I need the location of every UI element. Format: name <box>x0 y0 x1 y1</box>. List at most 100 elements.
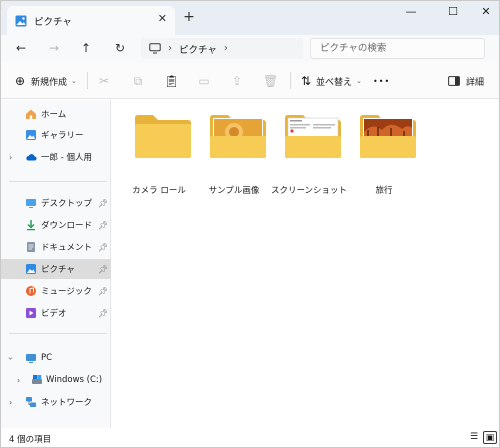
up-button[interactable]: ↑ <box>77 39 95 57</box>
chevron-right-icon[interactable]: › <box>9 398 12 407</box>
tiles-view-button[interactable]: ▣ <box>483 431 497 444</box>
new-button[interactable]: ⊕ 新規作成 ⌄ <box>13 71 77 91</box>
rename-button[interactable]: ▭ <box>197 71 211 91</box>
sort-button-label: 並べ替え <box>316 77 353 88</box>
folder-item[interactable]: スクリーンショット <box>271 112 347 196</box>
breadcrumb-pictures[interactable]: ピクチャ <box>179 42 217 56</box>
share-icon: ⇪ <box>231 74 243 88</box>
pc-icon <box>26 354 36 363</box>
divider <box>9 333 107 334</box>
pin-icon[interactable]: 📌︎ <box>98 265 108 274</box>
folder-name: サンプル画像 <box>208 186 260 196</box>
pin-icon[interactable]: 📌︎ <box>98 243 108 252</box>
folder-item[interactable]: サンプル画像 <box>199 112 269 196</box>
address-bar[interactable]: › ピクチャ › <box>141 38 303 59</box>
drive-icon <box>32 375 42 384</box>
video-icon <box>26 308 36 318</box>
breadcrumb-chevron-icon[interactable]: › <box>224 43 228 54</box>
tiles-view-icon: ▣ <box>485 433 495 443</box>
gallery-icon <box>26 130 36 140</box>
sidebar-item-videos[interactable]: ビデオ 📌︎ <box>1 303 111 323</box>
close-window-button[interactable]: ✕ <box>471 3 500 23</box>
desktop-icon <box>26 199 36 208</box>
sidebar-item-onedrive[interactable]: › 一郎 - 個人用 <box>1 147 111 167</box>
copy-button[interactable]: ⧉ <box>131 71 145 91</box>
sidebar-item-label: ギャラリー <box>41 131 84 141</box>
tab-title: ピクチャ <box>34 16 72 28</box>
command-bar: ⊕ 新規作成 ⌄ ✂ ⧉ 📋︎ ▭ ⇪ 🗑︎ ⇅ 並べ替え ⌄ ••• 詳細 <box>1 62 499 99</box>
share-button[interactable]: ⇪ <box>230 71 244 91</box>
minimize-button[interactable]: — <box>396 3 426 23</box>
home-icon <box>26 109 36 119</box>
tab-pictures[interactable]: ピクチャ ✕ <box>7 6 175 35</box>
new-button-label: 新規作成 <box>31 77 68 88</box>
sidebar-item-label: ネットワーク <box>41 398 93 408</box>
sidebar-item-label: Windows (C:) <box>46 375 103 385</box>
sidebar-item-downloads[interactable]: ダウンロード 📌︎ <box>1 215 111 235</box>
folder-icon <box>135 115 191 158</box>
download-icon <box>27 220 35 231</box>
details-view-button[interactable]: ☰ <box>467 431 481 444</box>
folder-name: カメラ ロール <box>132 186 186 196</box>
tab-close-icon[interactable]: ✕ <box>158 12 167 25</box>
sidebar-item-music[interactable]: ミュージック 📌︎ <box>1 281 111 301</box>
sidebar-item-gallery[interactable]: ギャラリー <box>1 125 111 145</box>
navigation-pane: ホーム ギャラリー › 一郎 - 個人用 デスクトップ 📌︎ ダウンロード 📌︎… <box>1 100 111 428</box>
monitor-icon <box>149 43 161 54</box>
more-options-button[interactable]: ••• <box>373 71 390 91</box>
sidebar-item-label: デスクトップ <box>41 199 93 209</box>
folder-icon <box>360 115 416 158</box>
sidebar-item-pictures[interactable]: ピクチャ 📌︎ <box>1 259 111 279</box>
sidebar-item-drive-c[interactable]: › Windows (C:) <box>1 370 111 390</box>
pin-icon[interactable]: 📌︎ <box>98 199 108 208</box>
folder-item[interactable]: カメラ ロール <box>124 112 194 196</box>
plus-circle-icon: ⊕ <box>14 74 26 88</box>
back-button[interactable]: ← <box>12 39 30 57</box>
forward-button[interactable]: → <box>45 39 63 57</box>
paste-button[interactable]: 📋︎ <box>164 71 179 91</box>
sidebar-item-network[interactable]: › ネットワーク <box>1 392 111 412</box>
chevron-down-icon: ⌄ <box>71 77 77 85</box>
pin-icon[interactable]: 📌︎ <box>98 309 108 318</box>
maximize-button[interactable]: ☐ <box>438 3 468 23</box>
sidebar-item-label: ダウンロード <box>41 221 93 231</box>
pin-icon[interactable]: 📌︎ <box>98 221 108 230</box>
divider <box>9 181 107 182</box>
rename-icon: ▭ <box>198 74 210 88</box>
new-tab-button[interactable]: + <box>181 9 197 25</box>
copy-icon: ⧉ <box>133 73 143 88</box>
cut-button[interactable]: ✂ <box>97 71 111 91</box>
sidebar-item-pc[interactable]: › PC <box>1 348 111 368</box>
chevron-down-icon: ⌄ <box>356 77 362 85</box>
sort-button[interactable]: ⇅ 並べ替え ⌄ <box>299 71 362 91</box>
sidebar-item-documents[interactable]: ドキュメント 📌︎ <box>1 237 111 257</box>
chevron-down-icon[interactable]: › <box>6 356 15 359</box>
search-input[interactable]: ピクチャの検索 <box>310 38 485 59</box>
folder-icon <box>210 115 266 158</box>
sidebar-item-label: ピクチャ <box>41 265 75 275</box>
network-icon <box>26 397 36 407</box>
sidebar-item-label: ホーム <box>41 110 67 120</box>
divider <box>290 72 291 89</box>
details-pane-button[interactable]: 詳細 <box>448 71 484 91</box>
music-icon <box>26 286 36 296</box>
folder-icon <box>285 115 341 158</box>
folder-name: 旅行 <box>375 186 393 196</box>
file-explorer-window: ピクチャ ✕ + — ☐ ✕ ← → ↑ ↻ › ピクチャ › ピクチャの検索 … <box>0 0 500 448</box>
chevron-right-icon[interactable]: › <box>17 376 20 385</box>
divider <box>87 72 88 89</box>
breadcrumb-separator: › <box>168 43 172 54</box>
delete-button[interactable]: 🗑︎ <box>263 71 278 91</box>
refresh-button[interactable]: ↻ <box>111 39 129 57</box>
pin-icon[interactable]: 📌︎ <box>98 287 108 296</box>
folder-item[interactable]: 旅行 <box>349 112 419 196</box>
sidebar-item-label: 一郎 - 個人用 <box>41 153 92 163</box>
details-pane-label: 詳細 <box>466 77 485 88</box>
list-view-icon: ☰ <box>469 432 479 442</box>
status-bar: 4 個の項目 ☰ ▣ <box>1 428 499 447</box>
sidebar-item-desktop[interactable]: デスクトップ 📌︎ <box>1 193 111 213</box>
navigation-bar: ← → ↑ ↻ › ピクチャ › ピクチャの検索 <box>1 35 499 62</box>
chevron-right-icon[interactable]: › <box>9 153 12 162</box>
sidebar-item-home[interactable]: ホーム <box>1 104 111 124</box>
sidebar-item-label: ミュージック <box>41 287 92 297</box>
